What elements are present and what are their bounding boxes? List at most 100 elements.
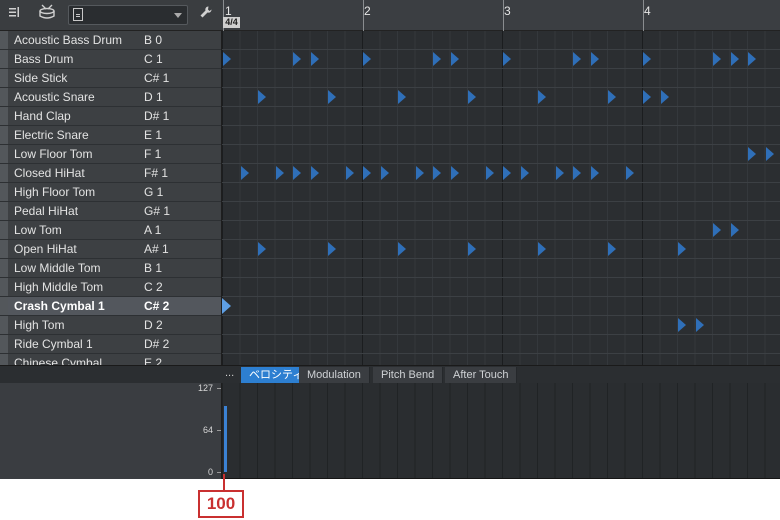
drum-note[interactable] xyxy=(328,90,336,104)
drum-note[interactable] xyxy=(713,52,721,66)
tab-after-touch[interactable]: After Touch xyxy=(445,367,518,383)
drum-key[interactable] xyxy=(0,202,8,220)
drum-note[interactable] xyxy=(258,242,266,256)
drum-row[interactable]: High Floor Tom G 1 xyxy=(0,183,221,202)
drum-note[interactable] xyxy=(310,52,319,66)
drum-note[interactable] xyxy=(695,318,704,332)
drum-note[interactable] xyxy=(643,52,651,66)
drum-row[interactable]: Bass Drum C 1 xyxy=(0,50,221,69)
time-signature[interactable]: 4/4 xyxy=(223,17,240,28)
drum-row[interactable]: Crash Cymbal 1 C# 2 xyxy=(0,297,221,316)
drum-note[interactable] xyxy=(398,90,406,104)
drum-note[interactable] xyxy=(380,166,389,180)
drum-key[interactable] xyxy=(0,354,8,365)
drum-row[interactable]: Low Tom A 1 xyxy=(0,221,221,240)
drum-note[interactable] xyxy=(765,147,774,161)
drum-note[interactable] xyxy=(660,90,669,104)
drum-row[interactable]: Closed HiHat F# 1 xyxy=(0,164,221,183)
drum-note[interactable] xyxy=(275,166,284,180)
drum-note[interactable] xyxy=(503,166,511,180)
drum-key[interactable] xyxy=(0,297,8,315)
drum-note[interactable] xyxy=(468,242,476,256)
drum-note[interactable] xyxy=(678,242,686,256)
drum-note[interactable] xyxy=(450,166,459,180)
drum-key[interactable] xyxy=(0,145,8,163)
drum-note[interactable] xyxy=(293,166,301,180)
drum-key[interactable] xyxy=(0,221,8,239)
drum-note[interactable] xyxy=(363,52,371,66)
drum-row[interactable]: Electric Snare E 1 xyxy=(0,126,221,145)
drum-note[interactable] xyxy=(730,52,739,66)
drum-row[interactable]: Open HiHat A# 1 xyxy=(0,240,221,259)
drum-key[interactable] xyxy=(0,50,8,68)
drum-key[interactable] xyxy=(0,240,8,258)
drum-key[interactable] xyxy=(0,88,8,106)
drum-note[interactable] xyxy=(590,166,599,180)
drum-note[interactable] xyxy=(520,166,529,180)
drum-row[interactable]: Side Stick C# 1 xyxy=(0,69,221,88)
drum-note[interactable] xyxy=(608,90,616,104)
drum-note[interactable] xyxy=(223,52,231,66)
drum-note[interactable] xyxy=(573,52,581,66)
drum-note[interactable] xyxy=(258,90,266,104)
drum-row[interactable]: Pedal HiHat G# 1 xyxy=(0,202,221,221)
drum-row[interactable]: High Middle Tom C 2 xyxy=(0,278,221,297)
drum-note[interactable] xyxy=(730,223,739,237)
drum-row[interactable]: Chinese Cymbal E 2 xyxy=(0,354,221,365)
drum-note[interactable] xyxy=(678,318,686,332)
velocity-bar[interactable] xyxy=(224,406,227,472)
drum-key[interactable] xyxy=(0,183,8,201)
drum-row[interactable]: Hand Clap D# 1 xyxy=(0,107,221,126)
velocity-lane[interactable] xyxy=(222,383,780,479)
drum-note[interactable] xyxy=(450,52,459,66)
drum-note[interactable] xyxy=(643,90,651,104)
drum-note[interactable] xyxy=(398,242,406,256)
note-grid[interactable] xyxy=(222,31,780,365)
drum-key[interactable] xyxy=(0,278,8,296)
drum-note[interactable] xyxy=(748,52,756,66)
drum-note[interactable] xyxy=(538,90,546,104)
drum-note[interactable] xyxy=(608,242,616,256)
drum-key[interactable] xyxy=(0,126,8,144)
drum-row[interactable]: Low Floor Tom F 1 xyxy=(0,145,221,164)
drum-note[interactable] xyxy=(590,52,599,66)
drum-note[interactable] xyxy=(293,52,301,66)
drum-note[interactable] xyxy=(433,52,441,66)
drum-key[interactable] xyxy=(0,107,8,125)
drum-note[interactable] xyxy=(625,166,634,180)
drum-note[interactable] xyxy=(573,166,581,180)
drum-row[interactable]: Acoustic Snare D 1 xyxy=(0,88,221,107)
lane-overflow-button[interactable]: ... xyxy=(225,367,234,379)
drum-note[interactable] xyxy=(713,223,721,237)
drum-note[interactable] xyxy=(485,166,494,180)
tab-modulation[interactable]: Modulation xyxy=(299,367,370,383)
drum-note[interactable] xyxy=(345,166,354,180)
wrench-icon[interactable] xyxy=(196,4,216,26)
drum-key[interactable] xyxy=(0,316,8,334)
drum-key[interactable] xyxy=(0,259,8,277)
drum-row[interactable]: Acoustic Bass Drum B 0 xyxy=(0,31,221,50)
drum-note[interactable] xyxy=(363,166,371,180)
drum-note[interactable] xyxy=(240,166,249,180)
drum-key[interactable] xyxy=(0,31,8,49)
timeline-ruler[interactable]: 1 2 3 4 4/4 xyxy=(222,0,780,31)
list-icon[interactable] xyxy=(4,4,24,26)
drum-row[interactable]: Low Middle Tom B 1 xyxy=(0,259,221,278)
drum-key[interactable] xyxy=(0,69,8,87)
tab-pitch-bend[interactable]: Pitch Bend xyxy=(373,367,444,383)
drum-icon[interactable] xyxy=(34,4,60,26)
drum-note[interactable] xyxy=(555,166,564,180)
drum-key[interactable] xyxy=(0,335,8,353)
drum-note[interactable] xyxy=(310,166,319,180)
drum-note[interactable] xyxy=(538,242,546,256)
drum-note[interactable] xyxy=(433,166,441,180)
drum-note[interactable] xyxy=(748,147,756,161)
drum-row[interactable]: Ride Cymbal 1 D# 2 xyxy=(0,335,221,354)
drum-note[interactable] xyxy=(468,90,476,104)
drum-note[interactable] xyxy=(328,242,336,256)
drum-key[interactable] xyxy=(0,164,8,182)
drum-note[interactable] xyxy=(503,52,511,66)
drum-note[interactable] xyxy=(415,166,424,180)
pattern-select[interactable] xyxy=(68,5,188,25)
drum-row[interactable]: High Tom D 2 xyxy=(0,316,221,335)
